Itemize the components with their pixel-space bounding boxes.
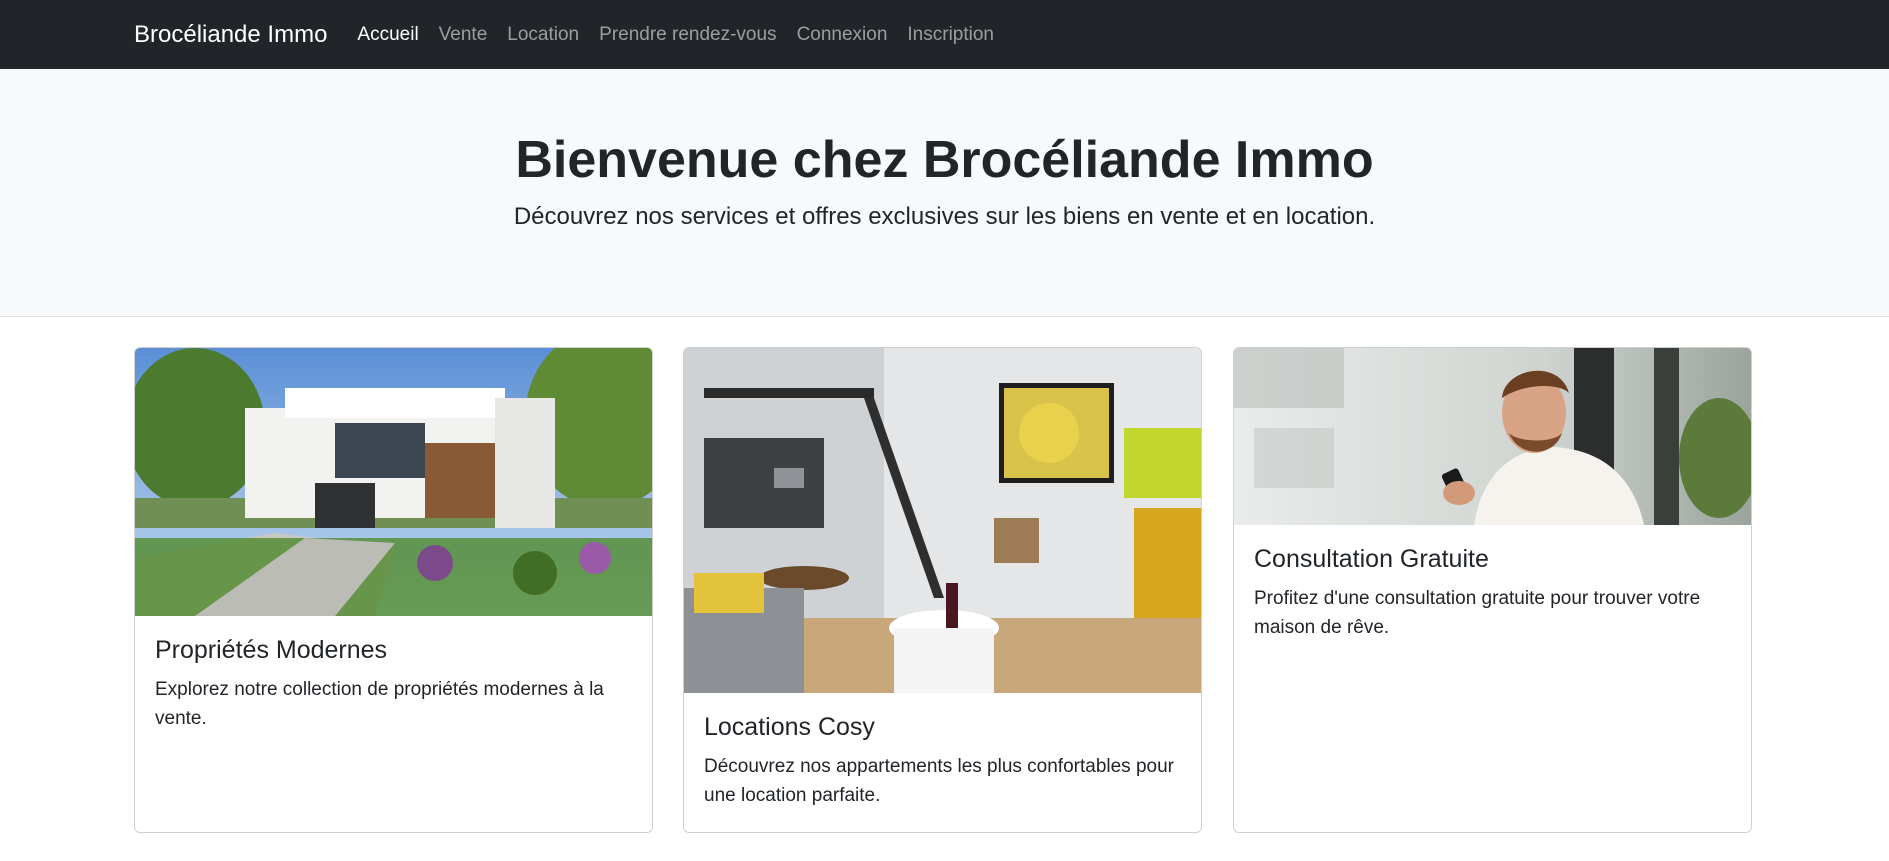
card-title: Propriétés Modernes [155,636,388,664]
nav-link-accueil[interactable]: Accueil [357,24,418,46]
card-text: Profitez d'une consultation gratuite pou… [1254,588,1701,639]
card-body: Consultation Gratuite Profitez d'une con… [1234,525,1751,663]
hero-subtitle: Découvrez nos services et offres exclusi… [513,203,1376,231]
card-body: Locations Cosy Découvrez nos appartement… [684,693,1201,831]
nav-link-rendez-vous[interactable]: Prendre rendez-vous [599,24,776,46]
card-title: Locations Cosy [704,713,875,741]
navbar: Brocéliande Immo Accueil Vente Location … [0,0,1889,69]
nav-link-location[interactable]: Location [507,24,579,46]
card-consultation-gratuite[interactable]: Consultation Gratuite Profitez d'une con… [1233,347,1752,833]
hero: Bienvenue chez Brocéliande Immo Découvre… [0,69,1889,317]
hero-title: Bienvenue chez Brocéliande Immo [515,131,1374,189]
card-text: Explorez notre collection de propriétés … [155,679,604,730]
card-text: Découvrez nos appartements les plus conf… [704,756,1174,807]
cards-section: Propriétés Modernes Explorez notre colle… [0,317,1889,847]
card-locations-cosy[interactable]: Locations Cosy Découvrez nos appartement… [683,347,1202,833]
card-proprietes-modernes[interactable]: Propriétés Modernes Explorez notre colle… [134,347,653,833]
card-image-modern-house [135,348,652,616]
nav-link-connexion[interactable]: Connexion [797,24,888,46]
nav-link-inscription[interactable]: Inscription [907,24,994,46]
card-title: Consultation Gratuite [1254,545,1489,573]
nav-links: Accueil Vente Location Prendre rendez-vo… [357,24,994,46]
nav-link-vente[interactable]: Vente [439,24,488,46]
brand-link[interactable]: Brocéliande Immo [134,21,327,49]
card-image-cosy-apartment [684,348,1201,693]
card-body: Propriétés Modernes Explorez notre colle… [135,616,652,754]
card-image-man-with-phone [1234,348,1751,525]
